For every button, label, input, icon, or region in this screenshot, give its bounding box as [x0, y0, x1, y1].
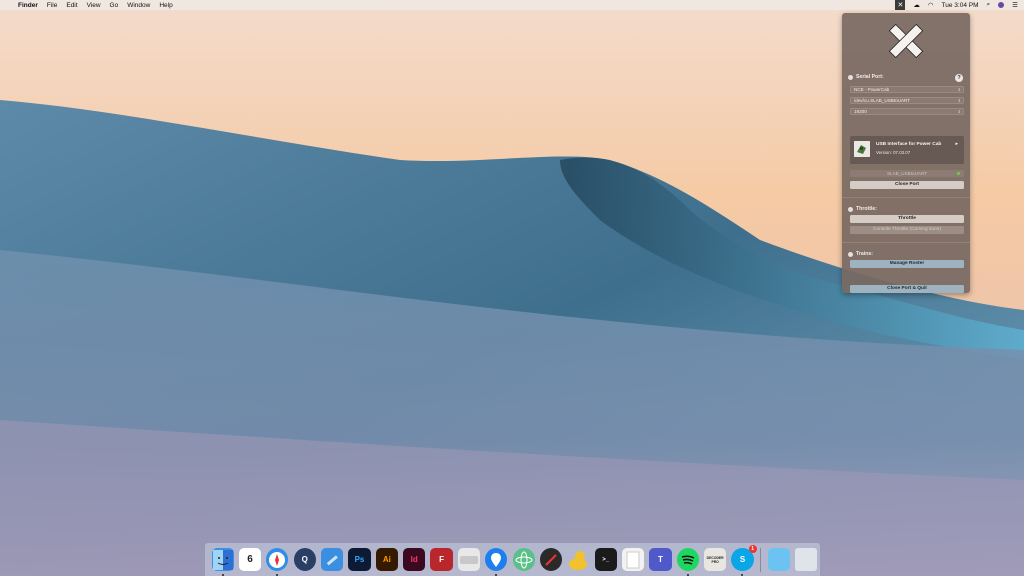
hammer-icon — [326, 554, 338, 565]
menu-view[interactable]: View — [87, 2, 101, 9]
throttle-button[interactable]: Throttle — [850, 215, 964, 223]
xcode-icon[interactable] — [321, 548, 344, 571]
compass-icon[interactable] — [539, 548, 563, 571]
notification-badge: 1 — [748, 545, 757, 553]
throttle-section-icon — [848, 206, 853, 212]
connected-indicator-icon — [957, 172, 960, 175]
nce-crossbuck-logo-icon — [888, 23, 924, 59]
finder-icon[interactable] — [211, 548, 234, 576]
menu-app-name[interactable]: Finder — [18, 2, 38, 9]
hard-drive-icon — [459, 555, 478, 564]
usb-interface-device-icon — [854, 141, 870, 157]
section-divider — [842, 242, 970, 243]
disclosure-arrow-icon[interactable]: ▸ — [955, 141, 958, 147]
illustrator-icon[interactable]: Ai — [375, 548, 398, 571]
spotlight-search-icon[interactable]: ⌕ — [987, 1, 991, 9]
calendar-icon[interactable]: 6 — [238, 548, 262, 571]
serial-port-section-icon — [848, 74, 853, 80]
close-port-button[interactable]: Close Port — [850, 181, 964, 189]
drive-icon[interactable] — [457, 548, 480, 571]
document-icon — [626, 551, 640, 568]
device-version: Version: 07.03.07 — [876, 150, 911, 155]
system-select[interactable]: NCE - PowerCab ⇕ — [850, 86, 964, 93]
device-name: USB Interface for Power Cab — [876, 142, 942, 147]
textedit-icon[interactable] — [621, 548, 645, 571]
atom-icon[interactable] — [512, 548, 535, 571]
menu-file[interactable]: File — [47, 2, 57, 9]
menu-bar: Finder File Edit View Go Window Help ✕ ☁… — [0, 0, 1024, 10]
connection-status: SLAB_USBtoUART — [850, 170, 964, 177]
trains-heading: Trains: — [848, 251, 873, 257]
menu-help[interactable]: Help — [159, 2, 172, 9]
menu-go[interactable]: Go — [110, 2, 119, 9]
throttle-heading: Throttle: — [848, 206, 877, 212]
clock[interactable]: Tue 3:04 PM — [942, 2, 979, 9]
manage-roster-button[interactable]: Manage Roster — [850, 260, 964, 268]
select-arrows-icon: ⇕ — [957, 109, 961, 114]
menu-edit[interactable]: Edit — [66, 2, 77, 9]
console-throttle-button[interactable]: Console Throttle (Coming soon) — [850, 226, 964, 234]
safari-compass-icon — [269, 551, 286, 568]
downloads-folder-icon[interactable] — [767, 548, 790, 571]
decoder-pro-icon[interactable]: DECODER PRO — [704, 548, 727, 571]
quicktime-icon[interactable]: Q — [293, 548, 316, 571]
spotify-waves-icon — [681, 554, 695, 565]
close-port-quit-button[interactable]: Close Port & Quit — [850, 285, 964, 293]
menu-window[interactable]: Window — [127, 2, 150, 9]
cyberduck-icon[interactable] — [567, 548, 589, 571]
finder-face-icon — [212, 549, 233, 570]
cloud-icon[interactable]: ☁ — [913, 1, 920, 9]
trains-section-icon — [848, 251, 853, 257]
safari-icon[interactable] — [266, 548, 289, 576]
filezilla-icon[interactable]: F — [430, 548, 453, 571]
wifi-icon[interactable]: ◠ — [928, 1, 934, 9]
compass-needle-icon — [545, 553, 557, 566]
serial-port-heading: Serial Port: — [848, 74, 884, 80]
notification-center-icon[interactable]: ☰ — [1012, 1, 1018, 9]
photoshop-icon[interactable]: Ps — [348, 548, 371, 571]
terminal-icon[interactable]: >_ — [594, 548, 617, 571]
duck-icon — [569, 550, 588, 570]
device-info-card[interactable]: USB Interface for Power Cab Version: 07.… — [850, 136, 964, 164]
atom-orbit-icon — [515, 551, 533, 568]
dock-separator — [760, 547, 762, 572]
skype-icon[interactable]: S 1 — [731, 545, 757, 576]
dock: 6 Q Ps Ai Id F >_ T DECODER PRO S 1 — [205, 543, 820, 576]
spotify-icon[interactable] — [676, 548, 699, 576]
baud-rate-select[interactable]: 19200 ⇕ — [850, 108, 964, 115]
select-arrows-icon: ⇕ — [957, 98, 961, 103]
crossing-status-icon[interactable]: ✕ — [895, 0, 906, 10]
maps-pin-icon[interactable] — [485, 548, 508, 576]
user-avatar-icon[interactable] — [998, 2, 1005, 8]
teams-icon[interactable]: T — [649, 548, 672, 571]
select-arrows-icon: ⇕ — [957, 87, 961, 92]
port-select[interactable]: /dev/cu.SLAB_USBtoUART ⇕ — [850, 97, 964, 104]
location-pin-icon — [491, 552, 502, 567]
section-divider — [842, 197, 970, 198]
help-button[interactable]: ? — [955, 74, 963, 82]
indesign-icon[interactable]: Id — [403, 548, 426, 571]
nce-command-panel: Serial Port: ? NCE - PowerCab ⇕ /dev/cu.… — [842, 13, 970, 293]
trash-icon[interactable] — [795, 548, 818, 571]
